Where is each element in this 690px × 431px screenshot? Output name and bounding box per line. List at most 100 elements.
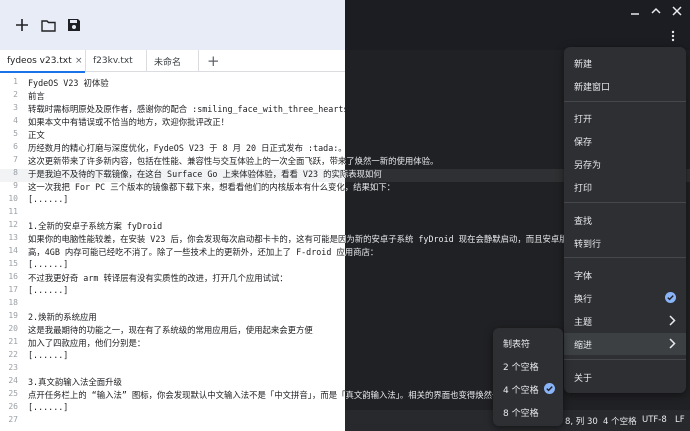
menu-item-theme[interactable]: 主题 [564, 310, 686, 332]
menu-item-label: 转到行 [574, 239, 602, 250]
menu-item-new-window[interactable]: 新建窗口 [564, 75, 686, 97]
tab-fydeos-v23[interactable]: fydeos v23.txt × [0, 50, 86, 73]
menu-item-label: 新建 [574, 59, 593, 70]
text-line: 2.焕新的系统应用 [28, 312, 97, 322]
menu-item-label: 新建窗口 [574, 82, 611, 93]
floppy-icon [68, 19, 80, 31]
save-file-button[interactable] [62, 13, 86, 37]
menu-item-goto-line[interactable]: 转到行 [564, 232, 686, 254]
line-number: 11 [8, 207, 18, 216]
menu-item-label: 主题 [574, 317, 593, 328]
menu-separator [564, 101, 686, 102]
menu-item-label: 打开 [574, 114, 593, 125]
line-number: 17 [8, 285, 18, 294]
text-line: [......] [28, 194, 69, 204]
text-line: 不过我更好奇 arm 转译层有没有实质性的改进，打开几个应用试试： [28, 273, 288, 283]
encoding-status[interactable]: UTF-8 [642, 415, 667, 425]
text-line: 点开任务栏上的 “输入法” 图标，你会发现默认中文输入法不是「中文拼音」，而是「… [28, 390, 345, 400]
cursor-position[interactable]: 8, 列 30 [565, 415, 598, 427]
maximize-icon[interactable] [651, 5, 661, 15]
text-line: [......] [28, 402, 69, 412]
menu-item-about[interactable]: 关于 [564, 366, 686, 388]
line-number: 2 [13, 90, 18, 99]
line-number: 26 [8, 402, 18, 411]
text-line: 历经数月的精心打磨与深度优化，FydeOS V23 于 8 月 20 日正式发布… [345, 142, 347, 154]
close-icon[interactable] [672, 6, 682, 16]
tab-label: fydeos v23.txt [7, 56, 72, 66]
line-number: 7 [13, 155, 18, 164]
text-line: FydeOS V23 初体验 [28, 78, 109, 88]
minimize-icon[interactable] [630, 6, 640, 16]
menu-item-label: 换行 [574, 294, 593, 305]
eol-status[interactable]: LF [675, 415, 685, 425]
line-number: 14 [8, 246, 18, 255]
add-tab-button[interactable]: + [207, 52, 220, 70]
indent-option-label: 制表符 [503, 339, 531, 350]
text-line: 点开任务栏上的 “输入法” 图标，你会发现默认中文输入法不是「中文拼音」，而是「… [345, 390, 509, 400]
more-vert-icon[interactable] [671, 30, 675, 42]
indent-option-check [544, 383, 555, 397]
plus-icon [16, 19, 28, 31]
line-number: 24 [8, 376, 18, 385]
text-line: 3.真文韵输入法全面升级 [28, 377, 122, 387]
line-number: 4 [13, 116, 18, 125]
indent-option-label: 2 个空格 [503, 362, 539, 373]
menu-separator [564, 359, 686, 360]
menu-item-save-as[interactable]: 另存为 [564, 153, 686, 175]
line-number: 9 [13, 181, 18, 190]
menu-item-open[interactable]: 打开 [564, 107, 686, 129]
line-number: 21 [8, 337, 18, 346]
indent-option-tab[interactable]: 制表符 [493, 332, 563, 354]
chevron-right-icon [669, 338, 676, 349]
text-line: 加入了四款应用，他们分别是： [28, 338, 146, 348]
menu-item-wrap[interactable]: 换行 [564, 287, 686, 309]
menu-separator [564, 202, 686, 203]
tab-f23kv[interactable]: f23kv.txt [86, 50, 147, 72]
menu-item-new[interactable]: 新建 [564, 52, 686, 74]
check-circle-icon [544, 383, 555, 394]
line-number: 27 [8, 415, 18, 424]
line-number: 18 [8, 298, 18, 307]
editor[interactable]: 1 2 3 4 5 6 7 8 9 10 11 12 13 14 15 16 17 18 19 20 21 22 23 24 2… [0, 72, 345, 431]
menu-item-find[interactable]: 查找 [564, 209, 686, 231]
indent-option-label: 4 个空格 [503, 385, 539, 396]
line-number: 25 [8, 389, 18, 398]
main-menu: 新建新建窗口打开保存 另存为打印查找转到行字体换行主题缩进关于 [564, 47, 686, 393]
line-number: 19 [8, 311, 18, 320]
text-line: 1.全新的安卓子系统方案 fyDroid [28, 221, 163, 231]
menu-item-indent[interactable]: 缩进 [564, 333, 686, 355]
menu-item-print[interactable]: 打印 [564, 176, 686, 198]
new-file-button[interactable] [10, 13, 34, 37]
folder-icon [40, 19, 56, 32]
open-file-button[interactable] [36, 13, 60, 37]
indent-option-2-spaces[interactable]: 2 个空格 [493, 355, 563, 377]
indent-option-8-spaces[interactable]: 8 个空格 [493, 401, 563, 423]
menu-item-label: 缩进 [574, 340, 593, 351]
menu-item-trailing [669, 315, 676, 329]
line-number: 6 [13, 142, 18, 151]
tab-close-icon[interactable]: × [75, 56, 83, 66]
text-line: [......] [28, 350, 69, 360]
indent-status[interactable]: 4 个空格 [603, 415, 637, 427]
menu-item-save[interactable]: 保存 [564, 130, 686, 152]
line-number: 3 [13, 103, 18, 112]
light-pane: fydeos v23.txt × f23kv.txt 未命名 + 1234567… [0, 0, 345, 431]
indent-option-4-spaces[interactable]: 4 个空格 [493, 378, 563, 400]
text-line: 这是我最期待的功能之一，现在有了系统级的常用应用后，使用起来会更方便 [28, 325, 313, 335]
menu-separator [564, 257, 686, 258]
line-number: 13 [8, 233, 18, 242]
menu-item-label: 打印 [574, 183, 593, 194]
text-line: 高，4GB 内存可能已经吃不消了。除了一些技术上的更新外，还加上了 F-droi… [345, 247, 379, 257]
text-line: 这次更新带来了许多新内容，包括在性能、兼容性与交互体验上的一次全面飞跃，带来了焕… [28, 156, 345, 166]
text-line: 这一次我把 For PC 三个版本的镜像都下载下来，想看看他们的内核版本有什么变… [345, 182, 395, 192]
menu-item-label: 查找 [574, 216, 593, 227]
tab-untitled[interactable]: 未命名 [147, 50, 199, 72]
text-line: 如果你的电脑性能较差，在安装 V23 后，你会发现每次启动都卡卡的，这有可能是因… [345, 234, 593, 244]
menu-item-font[interactable]: 字体 [564, 264, 686, 286]
indent-option-label: 8 个空格 [503, 408, 539, 419]
text-line: 如果你的电脑性能较差，在安装 V23 后，你会发现每次启动都卡卡的，这有可能是因… [28, 234, 345, 244]
line-number: 22 [8, 350, 18, 359]
menu-item-label: 关于 [574, 373, 593, 384]
text-line: 历经数月的精心打磨与深度优化，FydeOS V23 于 8 月 20 日正式发布… [28, 143, 345, 153]
line-number: 8 [13, 168, 18, 177]
